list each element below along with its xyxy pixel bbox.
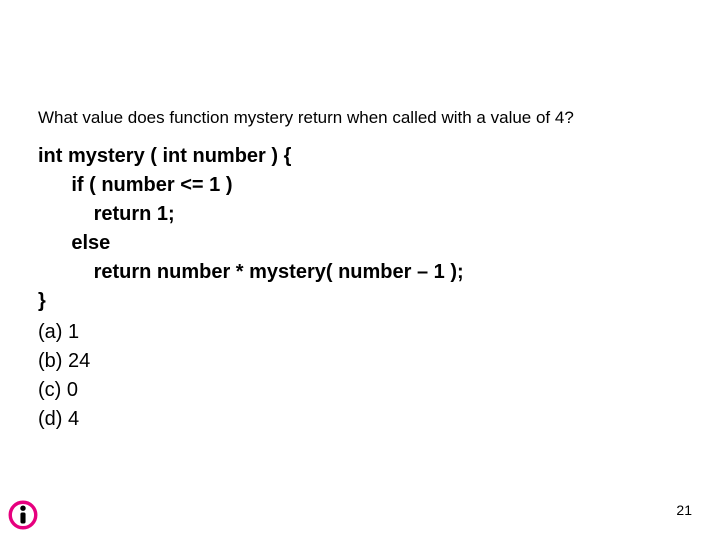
code-line-1: int mystery ( int number ) { (38, 142, 690, 171)
code-line-4: else (38, 229, 690, 258)
code-line-3: return 1; (38, 200, 690, 229)
option-c: (c) 0 (38, 376, 690, 405)
option-d: (d) 4 (38, 405, 690, 434)
code-block: int mystery ( int number ) { if ( number… (38, 142, 690, 316)
question-text: What value does function mystery return … (38, 108, 690, 128)
page-number: 21 (676, 502, 692, 518)
code-line-6: } (38, 287, 690, 316)
option-a: (a) 1 (38, 318, 690, 347)
code-line-2: if ( number <= 1 ) (38, 171, 690, 200)
option-b: (b) 24 (38, 347, 690, 376)
code-line-5: return number * mystery( number – 1 ); (38, 258, 690, 287)
slide-content: What value does function mystery return … (0, 0, 720, 434)
logo-icon (6, 498, 40, 532)
answer-options: (a) 1 (b) 24 (c) 0 (d) 4 (38, 318, 690, 434)
